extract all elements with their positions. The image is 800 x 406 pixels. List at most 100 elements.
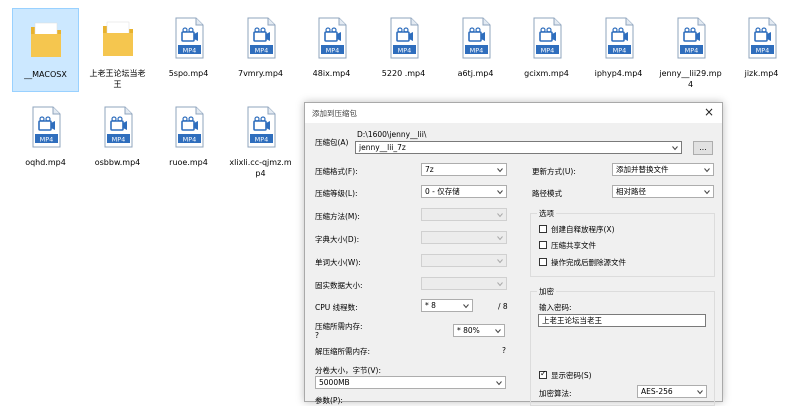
browse-button[interactable]: ... [693,141,713,155]
cpu-total: / 8 [498,302,508,311]
mp4-label: MP4 [755,46,769,54]
folder-item[interactable]: __MACOSX [12,8,79,92]
video-file-icon: MP4 [175,17,203,59]
pathmode-value: 相对路径 [616,187,646,196]
pathmode-select[interactable]: 相对路径 [612,185,714,198]
file-name: 48ix.mp4 [312,69,351,78]
chevron-down-icon [497,168,503,173]
chevron-down-icon [497,213,503,218]
video-file-icon: MP4 [533,17,561,59]
mem-compress-value: ? [315,331,319,340]
file-item[interactable]: MP4 48ix.mp4 [298,8,365,92]
folder-item[interactable]: 上老王论坛当老王 [84,8,151,92]
file-name: 7vmry.mp4 [237,69,283,78]
cpu-select[interactable]: * 8 [421,299,473,312]
cpu-value: * 8 [425,301,436,310]
file-name: 5220 .mp4 [381,69,426,78]
show-password-checkbox[interactable] [539,369,547,379]
video-file-icon: MP4 [247,17,275,59]
shared-checkbox[interactable] [539,241,547,249]
level-select[interactable]: 0 - 仅存储 [421,185,507,198]
mem-decompress-value: ? [502,346,506,355]
chevron-down-icon [496,381,502,386]
params-label: 参数(P): [315,396,343,405]
update-label: 更新方式(U): [532,167,576,176]
folder-icon [102,21,133,56]
split-combo[interactable]: 5000MB [315,376,506,389]
dialog-titlebar: 添加到压缩包 × [305,103,722,123]
mem-select[interactable]: * 80% [453,324,505,337]
level-label: 压缩等级(L): [315,189,358,198]
archive-name-input[interactable]: jenny__lii_7z [355,141,682,154]
format-select[interactable]: 7z [421,163,507,176]
file-item[interactable]: MP4 5220 .mp4 [370,8,437,92]
file-item[interactable]: MP4 xlixli.cc-qjmz.mp4 [227,97,294,181]
delete-checkbox[interactable] [539,258,547,266]
close-icon[interactable]: × [704,105,714,119]
chevron-down-icon [497,282,503,287]
sfx-label: 创建自释放程序(X) [551,225,615,234]
archive-label: 压缩包(A) [315,138,349,147]
chevron-down-icon [704,190,710,195]
video-file-icon: MP4 [748,17,776,59]
encrypt-title: 加密 [537,286,556,297]
method-label: 压缩方法(M): [315,212,360,221]
options-title: 选项 [537,208,556,219]
update-value: 添加并替换文件 [616,165,669,174]
file-name: __MACOSX [24,70,67,79]
video-file-icon: MP4 [390,17,418,59]
folder-icon [30,22,61,57]
add-to-archive-dialog: 添加到压缩包 × 压缩包(A) D:\1600\jenny__lii\ jenn… [304,102,723,406]
mp4-label: MP4 [612,46,626,54]
options-group: 选项 创建自释放程序(X) 压缩共享文件 操作完成后删除源文件 [530,208,715,277]
sfx-checkbox[interactable] [539,225,547,233]
delete-label: 操作完成后删除源文件 [551,258,626,267]
mem-compress-label: 压缩所需内存: [315,322,363,331]
file-item[interactable]: MP4 5spo.mp4 [155,8,222,92]
file-item[interactable]: MP4 jizk.mp4 [728,8,795,92]
file-item[interactable]: MP4 iphyp4.mp4 [585,8,652,92]
archive-name-value: jenny__lii_7z [359,143,406,152]
dict-select[interactable] [421,231,507,244]
method-select[interactable] [421,208,507,221]
file-name: 5spo.mp4 [168,69,209,78]
mp4-label: MP4 [254,46,268,54]
show-password-label: 显示密码(S) [551,371,592,380]
algo-select[interactable]: AES-256 [637,385,707,398]
cpu-label: CPU 线程数: [315,303,358,312]
file-name: iphyp4.mp4 [594,69,643,78]
encrypt-group: 加密 输入密码: 上老王论坛当老王 显示密码(S) 加密算法: AES-256 [530,286,715,406]
password-input[interactable]: 上老王论坛当老王 [538,314,706,327]
chevron-down-icon [697,390,703,395]
file-item[interactable]: MP4 ruoe.mp4 [155,97,222,181]
mp4-label: MP4 [111,135,125,143]
file-name: a6tj.mp4 [457,69,494,78]
split-label: 分卷大小，字节(V): [315,366,382,375]
file-name: oqhd.mp4 [25,158,66,167]
mem-value: * 80% [457,326,480,335]
chevron-down-icon [497,190,503,195]
file-item[interactable]: MP4 a6tj.mp4 [442,8,509,92]
format-value: 7z [425,165,434,174]
word-select[interactable] [421,254,507,267]
video-file-icon: MP4 [318,17,346,59]
mp4-label: MP4 [397,46,411,54]
file-item[interactable]: MP4 osbbw.mp4 [84,97,151,181]
solid-select[interactable] [421,277,507,290]
file-item[interactable]: MP4 7vmry.mp4 [227,8,294,92]
mp4-label: MP4 [182,46,196,54]
file-name: jizk.mp4 [744,69,779,78]
solid-label: 固实数据大小: [315,281,363,290]
file-name: ruoe.mp4 [169,158,208,167]
file-item[interactable]: MP4 oqhd.mp4 [12,97,79,181]
file-item[interactable]: MP4 gcixm.mp4 [513,8,580,92]
update-select[interactable]: 添加并替换文件 [612,163,714,176]
file-item[interactable]: MP4 jenny__lii29.mp4 [657,8,724,92]
video-file-icon: MP4 [247,106,275,148]
file-name: jenny__lii29.mp4 [659,69,722,89]
mp4-label: MP4 [254,135,268,143]
video-file-icon: MP4 [32,106,60,148]
password-label: 输入密码: [539,303,572,312]
chevron-down-icon [463,304,469,309]
chevron-down-icon [497,236,503,241]
